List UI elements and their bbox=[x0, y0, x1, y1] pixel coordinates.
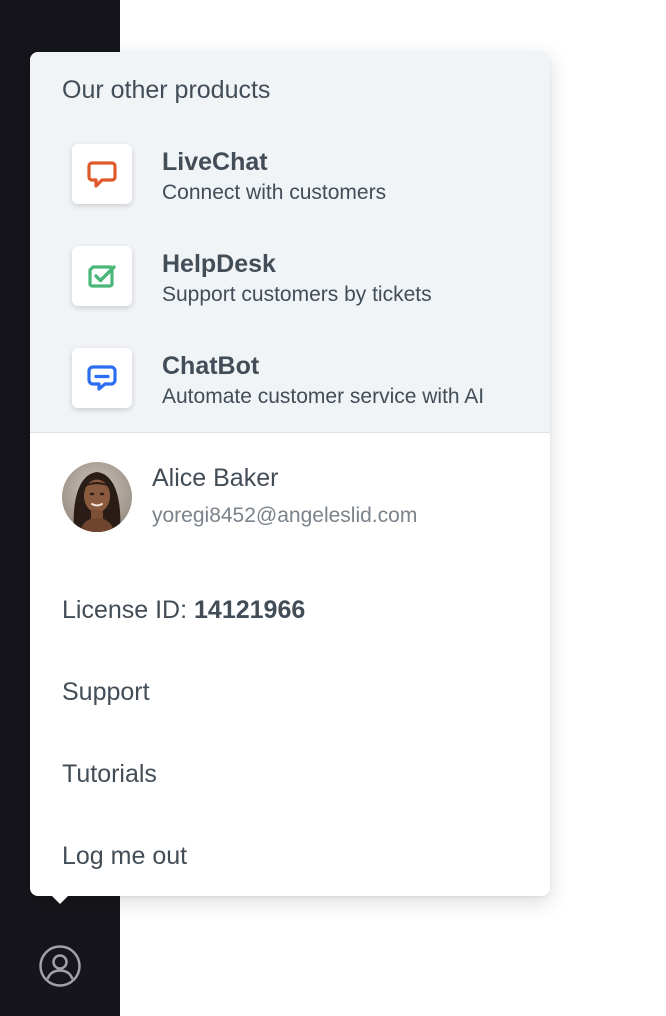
product-icon-box bbox=[72, 348, 132, 408]
license-id: 14121966 bbox=[194, 596, 306, 624]
product-name: LiveChat bbox=[162, 148, 268, 176]
popover-arrow bbox=[50, 894, 70, 904]
product-description: Automate customer service with AI bbox=[162, 385, 485, 408]
product-description: Support customers by tickets bbox=[162, 283, 432, 306]
product-name: HelpDesk bbox=[162, 250, 276, 278]
user-circle-icon bbox=[39, 945, 81, 987]
account-menu-popover: Our other products LiveChat Connect with… bbox=[30, 52, 550, 896]
license-info: License ID: 14121966 bbox=[62, 594, 305, 626]
product-name: ChatBot bbox=[162, 352, 260, 380]
product-icon-box bbox=[72, 246, 132, 306]
license-label: License ID: bbox=[62, 596, 195, 624]
product-chatbot[interactable]: ChatBot Automate customer service with A… bbox=[72, 348, 484, 412]
avatar bbox=[62, 462, 132, 532]
chatbot-icon bbox=[87, 365, 117, 391]
tutorials-link[interactable]: Tutorials bbox=[62, 758, 157, 790]
user-name: Alice Baker bbox=[152, 464, 279, 492]
account-button[interactable] bbox=[38, 944, 82, 988]
support-link[interactable]: Support bbox=[62, 676, 150, 708]
product-helpdesk[interactable]: HelpDesk Support customers by tickets bbox=[72, 246, 432, 310]
product-description: Connect with customers bbox=[162, 181, 387, 204]
logout-link[interactable]: Log me out bbox=[62, 840, 187, 872]
livechat-icon bbox=[87, 161, 117, 188]
other-products-heading: Our other products bbox=[62, 76, 271, 104]
user-profile: Alice Baker yoregi8452@angeleslid.com bbox=[62, 462, 417, 532]
helpdesk-icon bbox=[88, 265, 116, 288]
product-livechat[interactable]: LiveChat Connect with customers bbox=[72, 144, 386, 208]
product-icon-box bbox=[72, 144, 132, 204]
user-email: yoregi8452@angeleslid.com bbox=[152, 504, 418, 527]
